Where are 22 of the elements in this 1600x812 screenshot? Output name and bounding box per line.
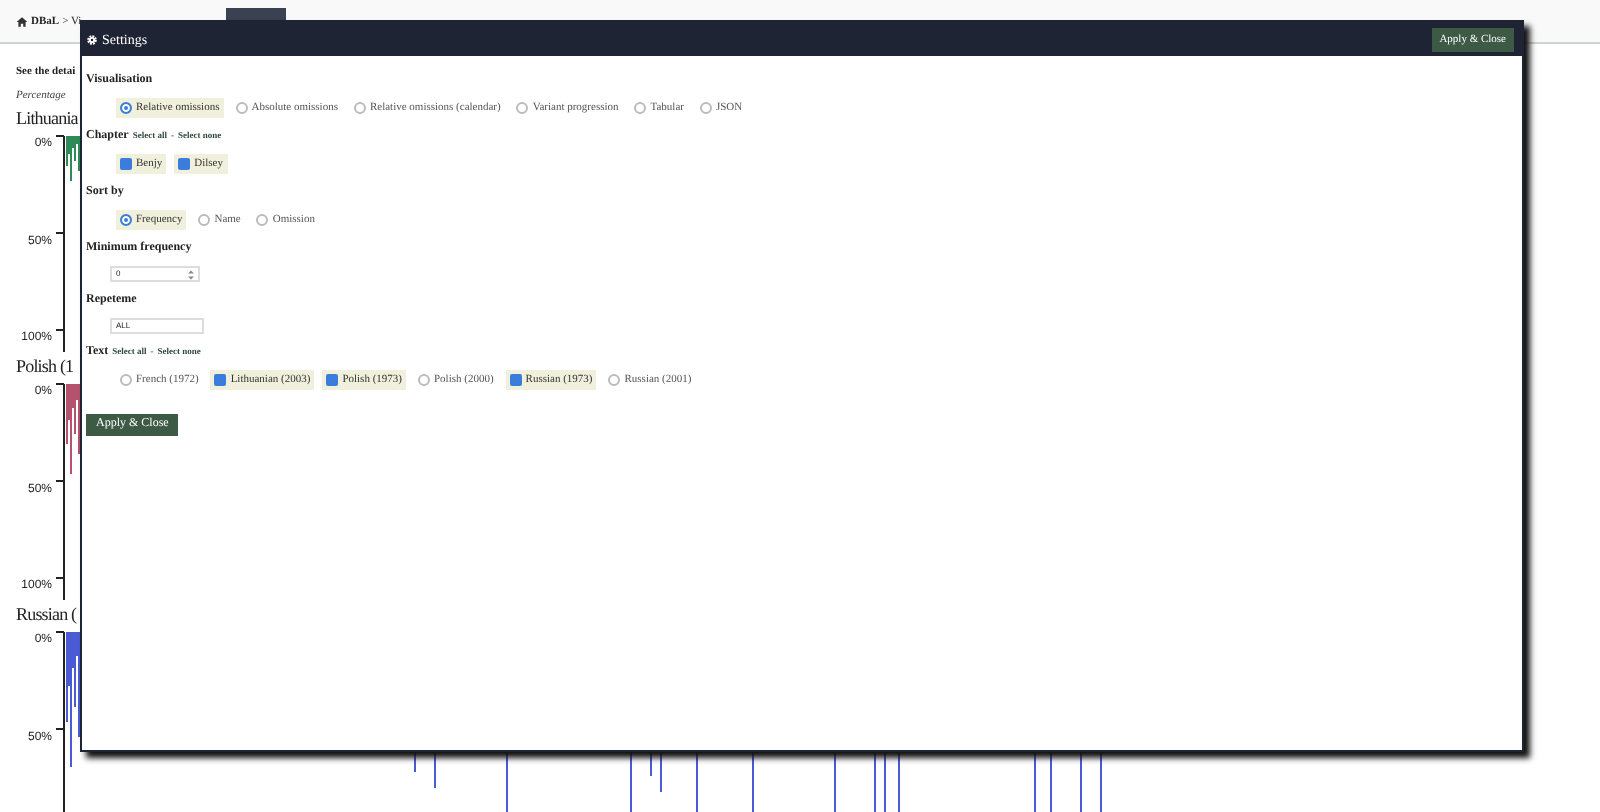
checkbox[interactable] xyxy=(120,374,132,386)
radio-button[interactable] xyxy=(634,102,647,114)
radio-button[interactable] xyxy=(353,102,366,114)
checkbox[interactable] xyxy=(509,374,522,386)
radio-button[interactable] xyxy=(120,214,132,226)
checkbox[interactable] xyxy=(214,374,227,386)
chart-title: Polish (1 xyxy=(16,356,74,376)
radio-button[interactable] xyxy=(120,102,132,114)
chart-title: Lithuania xyxy=(16,108,78,128)
home-icon[interactable] xyxy=(16,15,28,27)
chart-title: Russian ( xyxy=(16,604,77,624)
checkbox[interactable] xyxy=(178,158,191,170)
spinner-icon[interactable] xyxy=(188,269,194,279)
checkbox[interactable] xyxy=(417,374,430,386)
radio-button[interactable] xyxy=(235,102,248,114)
radio-button[interactable] xyxy=(516,102,529,114)
checkbox[interactable] xyxy=(120,158,132,170)
checkbox[interactable] xyxy=(326,374,339,386)
radio-button[interactable] xyxy=(256,214,269,226)
radio-button[interactable] xyxy=(699,102,712,114)
radio-button[interactable] xyxy=(198,214,211,226)
checkbox[interactable] xyxy=(608,374,621,386)
